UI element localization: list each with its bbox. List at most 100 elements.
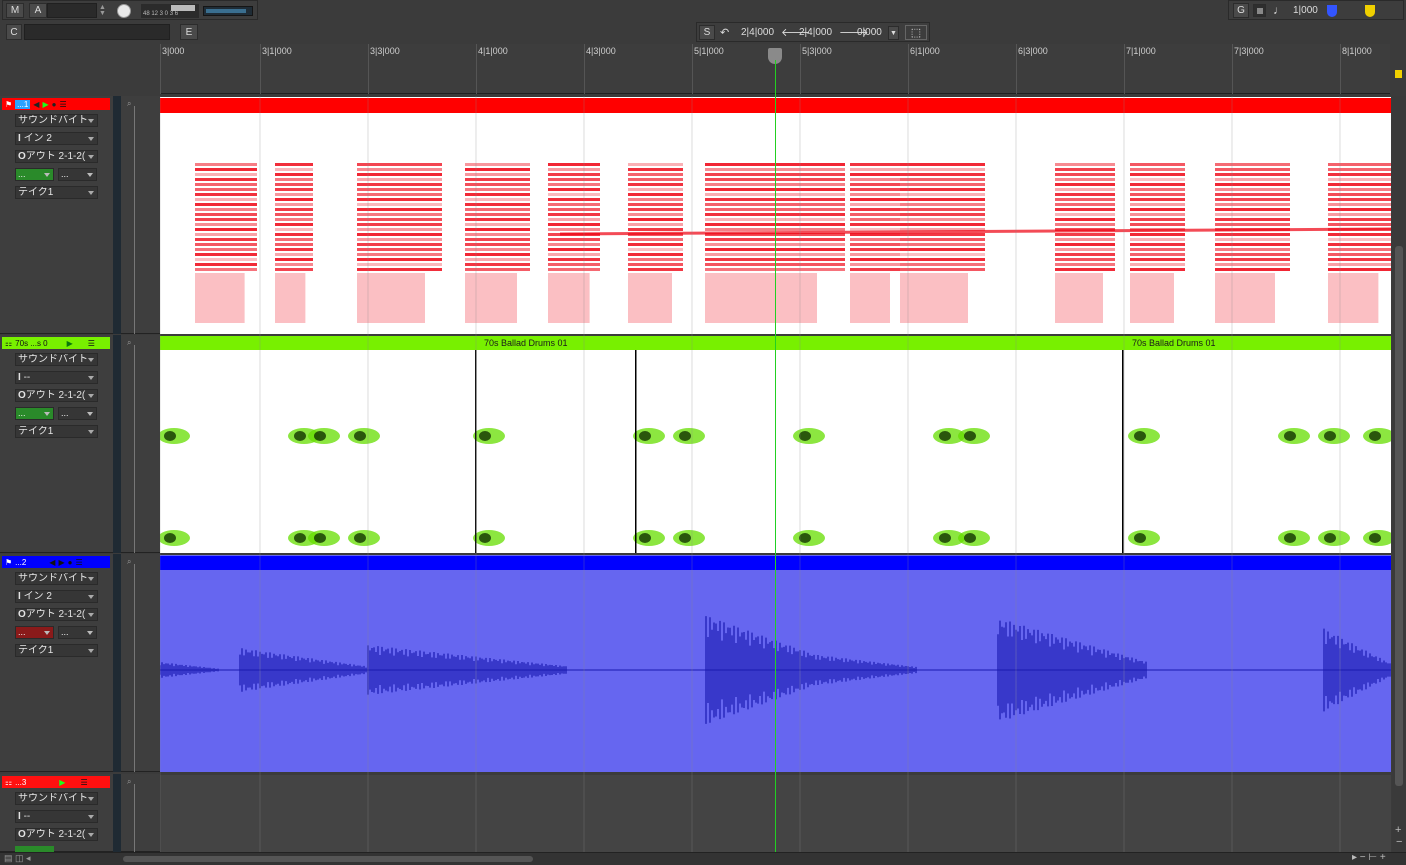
spectrum-tail: [1328, 273, 1379, 323]
spin-arrows-icon[interactable]: ▲ ▼: [99, 4, 107, 17]
zoom-in-icon[interactable]: +: [1395, 824, 1401, 836]
track-volume-slider[interactable]: [134, 345, 135, 553]
track-name-bar[interactable]: ⚑ ...2 ◀ ▶ ● ☰: [2, 556, 110, 568]
clip-label-1[interactable]: 70s Ballad Drums 01: [484, 338, 568, 348]
length-value[interactable]: 0|000: [857, 27, 882, 38]
mini-select-left[interactable]: ...: [15, 407, 54, 420]
play-icon[interactable]: ▶: [42, 100, 48, 109]
volume-knob-icon[interactable]: [117, 4, 131, 18]
take-select[interactable]: テイク1: [15, 644, 98, 657]
track-name[interactable]: 70s ...s 0: [15, 339, 47, 348]
end-position[interactable]: 2|4|000: [799, 27, 832, 38]
take-select[interactable]: テイク1: [15, 425, 98, 438]
play-icon[interactable]: ▶: [59, 778, 65, 787]
spectrum-band: [850, 213, 900, 216]
a-button[interactable]: A: [29, 3, 47, 18]
s-button[interactable]: S: [699, 25, 715, 40]
track-meter: [113, 774, 121, 852]
track-volume-slider[interactable]: [134, 564, 135, 772]
loop-back-icon[interactable]: ↶: [720, 26, 729, 39]
dropdown-chevron-icon[interactable]: ▼: [888, 26, 899, 40]
g-button[interactable]: G: [1233, 3, 1249, 18]
clip-label-2[interactable]: 70s Ballad Drums 01: [1132, 338, 1216, 348]
track-name-bar[interactable]: ⚏ ...3 ▶ ☰: [2, 776, 110, 788]
spectrum-band: [195, 253, 257, 256]
type-select[interactable]: サウンドバイト: [15, 572, 98, 585]
input-select[interactable]: I イン 2: [15, 132, 98, 145]
track-header-2[interactable]: ⚏ 70s ...s 0 ▶ ☰ サウンドバイト I -- Oアウト 2-1-2…: [0, 335, 160, 553]
mini-select-right[interactable]: ...: [58, 407, 97, 420]
spectrum-band: [1130, 198, 1185, 201]
ruler-end-marker-icon[interactable]: [1395, 70, 1402, 78]
start-position[interactable]: 2|4|000: [741, 27, 774, 38]
mini-select-left[interactable]: ...: [15, 168, 54, 181]
spectrum-band: [357, 173, 442, 176]
ruler-tick: [1016, 44, 1017, 94]
track-header-4[interactable]: ⚏ ...3 ▶ ☰ サウンドバイト I -- Oアウト 2-1-2( ⌕: [0, 774, 160, 852]
track-name-bar[interactable]: ⚑ ...1 ◀ ▶ ● ☰: [2, 98, 110, 110]
menu-icon[interactable]: ☰: [88, 339, 95, 348]
m-button[interactable]: M: [6, 3, 24, 18]
vertical-scrollbar[interactable]: + −: [1392, 96, 1406, 852]
quantize-value[interactable]: 1|000: [1293, 5, 1318, 16]
drum-hit-core: [294, 533, 306, 543]
track-flag-icon: ⚏: [5, 777, 13, 787]
zoom-magnifier-icon[interactable]: ⌕: [127, 99, 131, 109]
menu-icon[interactable]: ☰: [80, 778, 87, 787]
track-name[interactable]: ...1: [15, 99, 31, 109]
spectrum-band: [548, 258, 600, 261]
mini-select-left[interactable]: ...: [15, 626, 54, 639]
input-select[interactable]: I --: [15, 371, 98, 384]
c-button[interactable]: C: [6, 24, 22, 40]
pointer-tool-icon[interactable]: ⬚: [905, 25, 927, 40]
type-select[interactable]: サウンドバイト: [15, 792, 98, 805]
spectrum-band: [628, 173, 683, 176]
c-field[interactable]: [24, 24, 170, 40]
rewind-icon[interactable]: ◀: [33, 100, 39, 109]
zoom-out-icon[interactable]: −: [1396, 836, 1402, 848]
track-name[interactable]: ...3: [15, 778, 26, 787]
play-icon[interactable]: ▶: [67, 339, 73, 348]
spectrum-band: [1130, 208, 1185, 211]
track-header-3[interactable]: ⚑ ...2 ◀ ▶ ● ☰ サウンドバイト I イン 2 Oアウト 2-1-2…: [0, 554, 160, 772]
output-select[interactable]: Oアウト 2-1-2(: [15, 389, 98, 402]
note-value-icon[interactable]: ♩: [1273, 3, 1285, 17]
track-header-1[interactable]: ⚑ ...1 ◀ ▶ ● ☰ サウンドバイト I イン 2 Oアウト 2-1-2…: [0, 96, 160, 334]
shield-yellow-icon[interactable]: [1365, 5, 1375, 17]
track-name[interactable]: ...2: [15, 558, 26, 567]
zoom-magnifier-icon[interactable]: ⌕: [127, 338, 131, 348]
record-icon[interactable]: ●: [68, 558, 73, 567]
shield-blue-icon[interactable]: [1327, 5, 1337, 17]
track-tools-icon[interactable]: ▤ ◫ ◂: [4, 853, 31, 864]
take-select[interactable]: テイク1: [15, 186, 98, 199]
horizontal-scroll-thumb[interactable]: [123, 856, 533, 862]
snap-toggle-icon[interactable]: [1253, 4, 1266, 17]
record-icon[interactable]: ●: [52, 100, 57, 109]
vertical-scroll-thumb[interactable]: [1395, 246, 1403, 786]
output-select[interactable]: Oアウト 2-1-2(: [15, 150, 98, 163]
a-value-field[interactable]: [47, 3, 97, 18]
play-icon[interactable]: ▶: [58, 558, 64, 567]
e-button[interactable]: E: [180, 24, 198, 40]
menu-icon[interactable]: ☰: [59, 100, 66, 109]
track-name-bar[interactable]: ⚏ 70s ...s 0 ▶ ☰: [2, 337, 110, 349]
mini-select-right[interactable]: ...: [58, 168, 97, 181]
type-select[interactable]: サウンドバイト: [15, 353, 98, 366]
input-select[interactable]: I --: [15, 810, 98, 823]
track-volume-slider[interactable]: [134, 784, 135, 852]
spectrum-band: [900, 173, 985, 176]
spectrum-band: [1215, 208, 1290, 211]
track-volume-slider[interactable]: [134, 106, 135, 334]
spectrum-band: [465, 203, 530, 206]
zoom-magnifier-icon[interactable]: ⌕: [127, 777, 131, 787]
output-select[interactable]: Oアウト 2-1-2(: [15, 828, 98, 841]
type-select[interactable]: サウンドバイト: [15, 114, 98, 127]
input-select[interactable]: I イン 2: [15, 590, 98, 603]
output-select[interactable]: Oアウト 2-1-2(: [15, 608, 98, 621]
menu-icon[interactable]: ☰: [75, 558, 82, 567]
spectrum-band: [1130, 268, 1185, 271]
horizontal-zoom-icons[interactable]: ▸ − ⊢ +: [1352, 852, 1386, 863]
zoom-magnifier-icon[interactable]: ⌕: [127, 557, 131, 567]
mini-select-right[interactable]: ...: [58, 626, 97, 639]
rewind-icon[interactable]: ◀: [49, 558, 55, 567]
